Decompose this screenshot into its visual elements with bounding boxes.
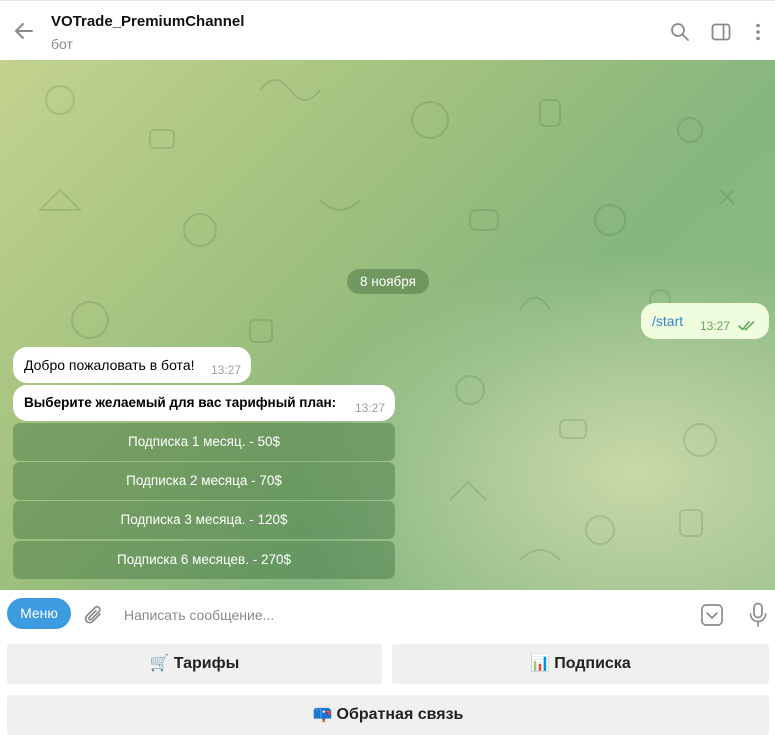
- reply-button-tariffs[interactable]: 🛒 Тарифы: [7, 644, 382, 684]
- chat-title[interactable]: VOTrade_PremiumChannel: [51, 13, 244, 30]
- mailbox-icon: 📪: [312, 706, 333, 723]
- double-check-icon: [738, 321, 755, 331]
- incoming-message[interactable]: Выберите желаемый для вас тарифный план:…: [13, 385, 395, 421]
- button-label: Подписка: [554, 655, 631, 672]
- inline-button-1-month[interactable]: Подписка 1 месяц. - 50$: [13, 423, 395, 461]
- search-icon[interactable]: [670, 22, 690, 42]
- chat-header: VOTrade_PremiumChannel бот: [0, 0, 775, 60]
- message-text: Выберите желаемый для вас тарифный план:: [24, 395, 337, 410]
- more-vertical-icon[interactable]: [748, 22, 768, 42]
- incoming-message[interactable]: Добро пожаловать в бота! 13:27: [13, 347, 251, 383]
- message-composer: Меню: [0, 590, 775, 638]
- reply-keyboard: 🛒 Тарифы 📊 Подписка 📪 Обратная связь: [0, 638, 775, 735]
- sidebar-toggle-icon[interactable]: [711, 22, 731, 42]
- back-arrow-icon[interactable]: [12, 19, 36, 43]
- date-separator: 8 ноября: [347, 269, 429, 294]
- chat-subtitle: бот: [51, 36, 73, 52]
- button-label: Тарифы: [173, 655, 240, 672]
- message-time: 13:27: [354, 401, 385, 415]
- reply-button-feedback[interactable]: 📪 Обратная связь: [7, 695, 769, 735]
- outgoing-message[interactable]: /start 13:27: [641, 303, 769, 339]
- inline-button-3-months[interactable]: Подписка 3 месяца. - 120$: [13, 501, 395, 539]
- button-label: Обратная связь: [336, 706, 464, 723]
- chat-area[interactable]: 8 ноября /start 13:27 Добро пожаловать в…: [0, 60, 775, 590]
- bot-menu-button[interactable]: Меню: [7, 598, 71, 629]
- reply-button-subscription[interactable]: 📊 Подписка: [392, 644, 769, 684]
- inline-button-2-months[interactable]: Подписка 2 месяца - 70$: [13, 462, 395, 500]
- message-time: 13:27: [210, 363, 241, 377]
- paperclip-icon[interactable]: [83, 603, 105, 627]
- message-time: 13:27: [700, 319, 731, 333]
- inline-button-6-months[interactable]: Подписка 6 месяцев. - 270$: [13, 541, 395, 579]
- message-text: Добро пожаловать в бота!: [24, 357, 195, 373]
- message-input[interactable]: [122, 602, 686, 628]
- bot-commands-icon[interactable]: [700, 603, 724, 627]
- bar-chart-icon: 📊: [530, 655, 551, 672]
- message-text[interactable]: /start: [652, 313, 683, 329]
- microphone-icon[interactable]: [748, 602, 768, 628]
- cart-icon: 🛒: [149, 655, 170, 672]
